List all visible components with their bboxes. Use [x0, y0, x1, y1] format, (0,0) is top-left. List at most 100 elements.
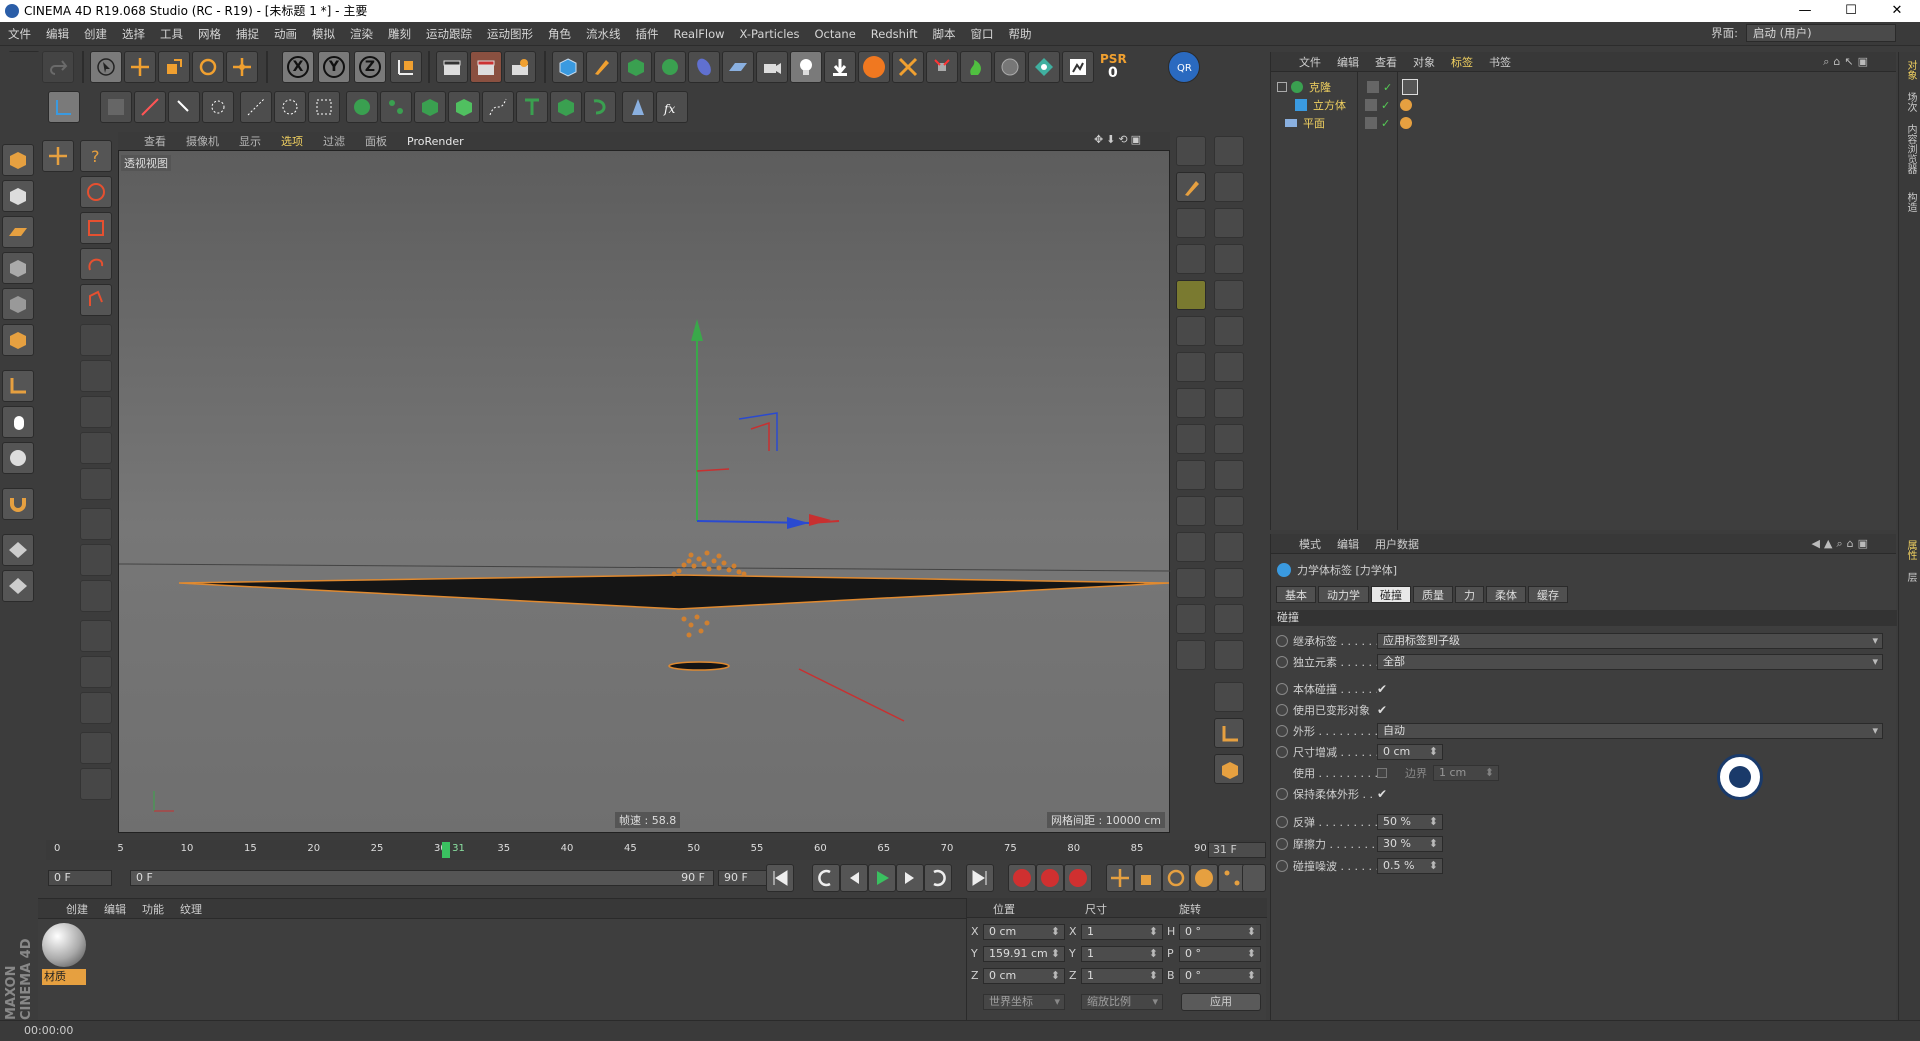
position-z-input[interactable]: 0 cm ⬍: [983, 968, 1065, 984]
tab-dynamics[interactable]: 动力学: [1318, 586, 1369, 603]
menu-mograph[interactable]: 运动图形: [487, 26, 533, 42]
menu-plugins[interactable]: 插件: [636, 26, 659, 42]
self-collision-checkbox[interactable]: ✔: [1377, 682, 1387, 696]
right-tab-content-browser[interactable]: 内容浏览器: [1903, 124, 1918, 174]
menu-create[interactable]: 创建: [84, 26, 107, 42]
side-tool-9[interactable]: [1176, 280, 1206, 310]
menu-file[interactable]: 文件: [8, 26, 31, 42]
tab-softbody[interactable]: 柔体: [1486, 586, 1526, 603]
enabled-check-icon[interactable]: ✓: [1381, 99, 1390, 112]
animate-dot-icon[interactable]: [1276, 860, 1288, 872]
menu-window[interactable]: 窗口: [970, 26, 993, 42]
key-scale-button[interactable]: [1134, 864, 1162, 892]
mograph-tracer-button[interactable]: [482, 91, 514, 123]
next-frame-button[interactable]: [896, 864, 924, 892]
prev-key-button[interactable]: [812, 864, 840, 892]
side-tool-5[interactable]: [1176, 208, 1206, 238]
knife-button[interactable]: [134, 91, 166, 123]
menu-sculpt[interactable]: 雕刻: [388, 26, 411, 42]
side-tool-13[interactable]: [1176, 352, 1206, 382]
side-tool-1[interactable]: [1176, 136, 1206, 166]
menu-simulate[interactable]: 模拟: [312, 26, 335, 42]
side-tool-30[interactable]: [1214, 640, 1244, 670]
mograph-text-button[interactable]: [516, 91, 548, 123]
close-button[interactable]: ✕: [1874, 0, 1920, 22]
animate-dot-icon[interactable]: [1276, 635, 1288, 647]
material-swatch[interactable]: 材质: [42, 923, 86, 985]
object-name[interactable]: 克隆: [1309, 79, 1367, 95]
axis-mode-button[interactable]: [2, 370, 34, 402]
menu-snap[interactable]: 捕捉: [236, 26, 259, 42]
subdivision-button[interactable]: [620, 51, 652, 83]
am-menu-mode[interactable]: 模式: [1299, 536, 1321, 552]
menu-help[interactable]: 帮助: [1008, 26, 1031, 42]
floor-button[interactable]: [722, 51, 754, 83]
side-tool-23[interactable]: [1176, 532, 1206, 562]
key-parameter-button[interactable]: [1190, 864, 1218, 892]
am-menu-userdata[interactable]: 用户数据: [1375, 536, 1419, 552]
position-y-input[interactable]: 159.91 cm ⬍: [983, 946, 1065, 962]
object-mode-button[interactable]: [48, 91, 80, 123]
mm-menu-texture[interactable]: 纹理: [180, 901, 202, 917]
timeline-track[interactable]: 0 5 10 15 20 25 30 35 40 45 50 55 60 65 …: [54, 840, 1207, 860]
start-frame-field[interactable]: 0 F: [48, 870, 112, 886]
vp-menu-options[interactable]: 选项: [281, 133, 303, 149]
enabled-check-icon[interactable]: ✓: [1383, 81, 1392, 94]
mograph-cloner-button[interactable]: [346, 91, 378, 123]
timeline-ruler[interactable]: 0 5 10 15 20 25 30 35 40 45 50 55 60 65 …: [46, 840, 1266, 860]
z-axis-toggle[interactable]: Z: [354, 51, 386, 83]
menu-render[interactable]: 渲染: [350, 26, 373, 42]
model-mode-button[interactable]: [2, 144, 34, 176]
animate-dot-icon[interactable]: [1276, 656, 1288, 668]
reverse-normals-button[interactable]: [80, 768, 112, 800]
scale-mode-dropdown[interactable]: 缩放比例 ▾: [1081, 994, 1163, 1010]
side-tool-11[interactable]: [1176, 316, 1206, 346]
spline-line-button[interactable]: [240, 91, 272, 123]
plain-effector-button[interactable]: [622, 91, 654, 123]
mm-menu-create[interactable]: 创建: [66, 901, 88, 917]
om-menu-view[interactable]: 查看: [1375, 54, 1397, 70]
menu-octane[interactable]: Octane: [814, 27, 855, 41]
collapse-toggle[interactable]: [1277, 82, 1287, 92]
render-settings-button[interactable]: [504, 51, 536, 83]
mograph-effector-button[interactable]: [584, 91, 616, 123]
texture-mode-button[interactable]: [2, 180, 34, 212]
psr-button[interactable]: PSR 0: [1096, 51, 1128, 83]
inherit-tag-dropdown[interactable]: 应用标签到子级 ▾: [1377, 633, 1883, 649]
material-tag-icon[interactable]: [1400, 99, 1413, 111]
menu-mesh[interactable]: 网格: [198, 26, 221, 42]
enabled-check-icon[interactable]: ✓: [1381, 117, 1390, 130]
visibility-toggle-icon[interactable]: [1365, 117, 1377, 129]
side-tool-22[interactable]: [1214, 496, 1244, 526]
octane-button[interactable]: [1028, 51, 1060, 83]
menu-script[interactable]: 脚本: [932, 26, 955, 42]
side-tool-4[interactable]: [1214, 172, 1244, 202]
key-rotation-button[interactable]: [1162, 864, 1190, 892]
formula-effector-button[interactable]: fx: [656, 91, 688, 123]
emitter-button[interactable]: [926, 51, 958, 83]
apply-button[interactable]: 应用: [1181, 993, 1261, 1011]
side-tool-28[interactable]: [1214, 604, 1244, 634]
xparticles-button[interactable]: [892, 51, 924, 83]
position-x-input[interactable]: 0 cm ⬍: [983, 924, 1065, 940]
mm-menu-function[interactable]: 功能: [142, 901, 164, 917]
dynamics-tag-icon[interactable]: [1402, 79, 1419, 95]
rotate-button[interactable]: [192, 51, 224, 83]
axis-tool-button[interactable]: [1214, 718, 1244, 748]
transform-button[interactable]: [226, 51, 258, 83]
tab-collision[interactable]: 碰撞: [1371, 586, 1411, 603]
side-tool-8[interactable]: [1214, 244, 1244, 274]
right-tab-layers[interactable]: 层: [1903, 572, 1918, 582]
side-tool-26[interactable]: [1214, 568, 1244, 598]
import-button[interactable]: [824, 51, 856, 83]
use-deformed-checkbox[interactable]: ✔: [1377, 703, 1387, 717]
object-row[interactable]: 克隆 ✓: [1271, 78, 1897, 96]
cube-gear-button[interactable]: [1214, 754, 1244, 784]
am-menu-edit[interactable]: 编辑: [1337, 536, 1359, 552]
rotation-p-input[interactable]: 0 ° ⬍: [1179, 946, 1261, 962]
magnet-button[interactable]: [2, 488, 34, 520]
magnet-tool-button[interactable]: [80, 656, 112, 688]
side-tool-19[interactable]: [1176, 460, 1206, 490]
vp-menu-prorender[interactable]: ProRender: [407, 135, 464, 148]
scale-button[interactable]: [158, 51, 190, 83]
